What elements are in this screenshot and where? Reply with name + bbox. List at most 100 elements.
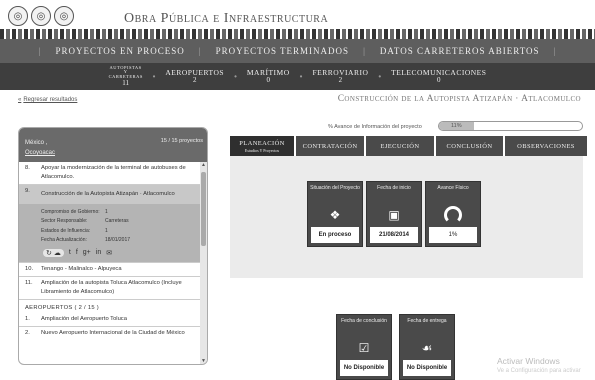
card-title: Avance Físico: [437, 185, 469, 191]
scroll-down-icon[interactable]: ▼: [200, 358, 207, 364]
item-text: Construcción de la Autopista Atizapán · …: [41, 190, 175, 197]
category-autopistas[interactable]: Autopistas y carreteras 11: [108, 64, 143, 88]
tab-ejecucion[interactable]: EJECUCIÓN: [366, 136, 434, 156]
linkedin-icon[interactable]: in: [96, 249, 101, 256]
page-title: Construcción de la Autopista Atizapán · …: [337, 94, 581, 104]
category-separator: •: [234, 72, 237, 81]
progress-fill: 11%: [439, 122, 474, 130]
list-item-selected[interactable]: 9. Construcción de la Autopista Atizapán…: [19, 183, 202, 204]
card-title: Fecha de conclusión: [341, 318, 387, 324]
tab-label: OBSERVACIONES: [517, 142, 575, 150]
category-separator: •: [152, 72, 156, 81]
item-text: Apoyar la modernización de la terminal d…: [41, 165, 186, 180]
scrollbar[interactable]: ▲ ▼: [200, 162, 207, 364]
scroll-thumb[interactable]: [201, 172, 206, 246]
progress-bar: 11%: [438, 121, 583, 131]
nav-item-proyectos-terminados[interactable]: Proyectos terminados: [216, 46, 349, 56]
decorative-band: [0, 29, 595, 39]
detail-value: 1: [105, 227, 108, 234]
category-separator: •: [378, 72, 382, 81]
main-nav: | Proyectos en proceso | Proyectos termi…: [0, 39, 595, 63]
panel-header: México , Ocoyoacac 15 / 15 proyectos: [19, 128, 207, 162]
card-title: Fecha de entrega: [407, 318, 447, 324]
logo-icon-2[interactable]: ◎: [31, 6, 51, 26]
back-to-results-link[interactable]: «Regresar resultados: [18, 97, 77, 103]
cloud-icon[interactable]: ☁: [54, 249, 61, 257]
windows-activation-title: Activar Windows: [497, 356, 560, 366]
item-text: Ampliación del Aeropuerto Toluca: [41, 315, 127, 322]
category-label: Autopistas y carreteras: [108, 64, 143, 79]
scroll-up-icon[interactable]: ▲: [200, 162, 207, 170]
list-item[interactable]: 2. Nuevo Aeropuerto Internacional de la …: [19, 325, 202, 340]
item-number: 10.: [25, 265, 34, 272]
detail-key: Estados de Influencia:: [41, 227, 91, 234]
tab-planeacion[interactable]: PLANEACIÓN Estudios Y Proyectos: [230, 136, 294, 156]
card-value: 21/08/2014: [370, 227, 418, 243]
list-item[interactable]: 1. Ampliación del Aeropuerto Toluca: [19, 313, 202, 326]
tab-conclusion[interactable]: CONCLUSIÓN: [436, 136, 503, 156]
delivery-date-card: Fecha de entrega ☙ No Disponible: [399, 314, 455, 380]
logo-group[interactable]: ◎ ◎ ◎: [8, 6, 74, 26]
calendar-icon: ▣: [388, 208, 400, 222]
region-link[interactable]: Ocoyoacac: [25, 150, 55, 156]
item-number: 2.: [25, 329, 30, 336]
nav-item-datos-carreteros[interactable]: Datos carreteros abiertos: [380, 46, 540, 56]
detail-value: Carreteras: [105, 218, 129, 225]
category-count: 0: [266, 76, 271, 85]
detail-row: Sector Responsable: Carreteras: [41, 217, 194, 227]
category-aeropuertos[interactable]: Aeropuertos 2: [165, 69, 224, 85]
item-text: Ampliación de la autopista Toluca Atlaco…: [41, 279, 182, 295]
twitter-icon[interactable]: t: [69, 249, 71, 256]
status-card: Situación del Proyecto ❖ En proceso: [307, 181, 363, 247]
region-name: México ,: [25, 140, 48, 146]
logo-icon-3[interactable]: ◎: [54, 6, 74, 26]
tab-label: CONTRATACIÓN: [302, 142, 358, 150]
category-count: 2: [338, 76, 343, 85]
section-heading-airports: AEROPUERTOS ( 2 / 15 ): [19, 298, 202, 313]
card-value: No Disponible: [403, 360, 451, 376]
puzzle-icon: ❖: [329, 208, 341, 222]
logo-icon-1[interactable]: ◎: [8, 6, 28, 26]
progress-label: % Avance de Información del proyecto: [328, 124, 422, 130]
category-label: Ferroviario: [312, 67, 369, 77]
list-item[interactable]: 8. Apoyar la modernización de la termina…: [19, 162, 202, 184]
back-link-label: Regresar resultados: [23, 97, 78, 103]
detail-key: Compromiso de Gobierno:: [41, 208, 100, 215]
item-number: 11.: [25, 279, 33, 286]
email-icon[interactable]: ✉: [106, 249, 112, 257]
project-list: 8. Apoyar la modernización de la termina…: [19, 162, 202, 364]
category-ferroviario[interactable]: Ferroviario 2: [312, 69, 368, 85]
detail-key: Fecha Actualización:: [41, 237, 87, 244]
item-number: 8.: [25, 165, 30, 171]
category-maritimo[interactable]: Marítimo 0: [247, 69, 290, 85]
card-title: Situación del Proyecto: [310, 185, 360, 191]
project-list-panel: México , Ocoyoacac 15 / 15 proyectos 8. …: [18, 127, 208, 365]
detail-row: Estados de Influencia: 1: [41, 227, 194, 237]
handshake-icon: ☙: [421, 341, 433, 355]
nav-separator: |: [38, 46, 42, 56]
detail-key: Sector Responsable:: [41, 218, 88, 225]
nav-item-proyectos-en-proceso[interactable]: Proyectos en proceso: [55, 46, 184, 56]
category-label: Aeropuertos: [165, 67, 225, 77]
card-title: Fecha de inicio: [377, 185, 411, 191]
detail-row: Fecha Actualización: 18/01/2017: [41, 236, 194, 246]
project-detail: Compromiso de Gobierno: 1 Sector Respons…: [19, 203, 202, 262]
refresh-icon[interactable]: ↻: [46, 249, 52, 257]
google-plus-icon[interactable]: g+: [83, 249, 91, 256]
category-label: Marítimo: [246, 67, 290, 77]
detail-value: 1: [105, 208, 108, 215]
list-item[interactable]: 11. Ampliación de la autopista Toluca At…: [19, 275, 202, 299]
tab-label: PLANEACIÓN: [239, 139, 285, 147]
site-title: Obra Pública e Infraestructura: [124, 11, 329, 26]
physical-progress-card: Avance Físico 1%: [425, 181, 481, 247]
phase-tabs: PLANEACIÓN Estudios Y Proyectos CONTRATA…: [230, 136, 587, 156]
tab-sublabel: Estudios Y Proyectos: [244, 147, 280, 153]
category-nav: Autopistas y carreteras 11 • Aeropuertos…: [0, 63, 595, 90]
category-telecomunicaciones[interactable]: Telecomunicaciones 0: [391, 69, 486, 85]
tab-observaciones[interactable]: OBSERVACIONES: [505, 136, 587, 156]
facebook-icon[interactable]: f: [76, 249, 78, 256]
share-bar: ↻ ☁ t f g+ in ✉: [41, 246, 194, 258]
tab-contratacion[interactable]: CONTRATACIÓN: [296, 136, 364, 156]
list-item[interactable]: 10. Tenango - Malinalco - Alpuyeca: [19, 261, 202, 276]
tab-label: CONCLUSIÓN: [446, 142, 493, 150]
